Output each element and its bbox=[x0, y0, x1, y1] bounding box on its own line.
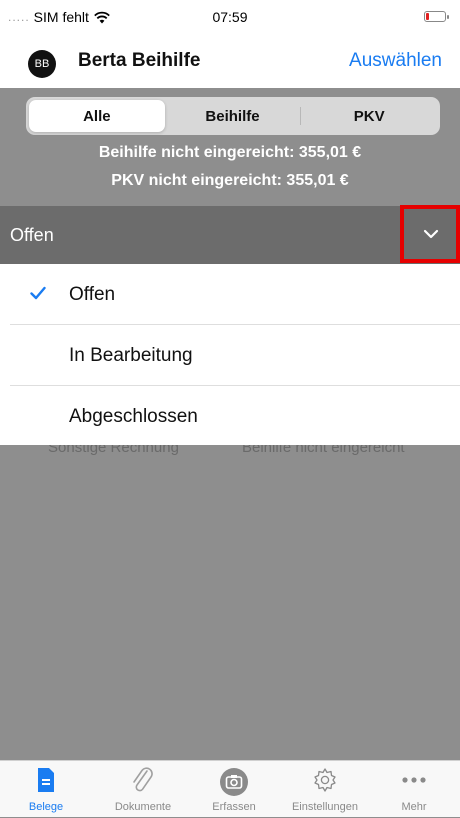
dropdown-option-label: Abgeschlossen bbox=[69, 406, 198, 427]
dropdown-option-label: Offen bbox=[69, 284, 116, 305]
nav-bar: BB Berta Beihilfe Auswählen bbox=[0, 34, 460, 88]
filter-toggle-button[interactable] bbox=[400, 205, 460, 263]
more-icon bbox=[402, 777, 426, 783]
page-title: Berta Beihilfe bbox=[78, 50, 201, 71]
chevron-down-icon bbox=[423, 229, 439, 239]
segment-beihilfe[interactable]: Beihilfe bbox=[165, 100, 301, 132]
tab-label: Einstellungen bbox=[291, 801, 359, 813]
status-bar: ..... SIM fehlt 07:59 bbox=[0, 0, 460, 34]
tab-einstellungen[interactable]: Einstellungen bbox=[279, 761, 371, 818]
battery-icon bbox=[424, 11, 449, 22]
tab-label: Erfassen bbox=[212, 801, 256, 813]
segmented-control: Alle Beihilfe PKV bbox=[26, 97, 440, 135]
receipt-row: Sonstige Rechnung Beihilfe nicht eingere… bbox=[0, 445, 460, 465]
avatar[interactable]: BB bbox=[28, 50, 56, 78]
receipt-status: Beihilfe nicht eingereicht bbox=[242, 445, 405, 456]
tab-label: Belege bbox=[28, 801, 64, 813]
status-dropdown: Offen In Bearbeitung Abgeschlossen bbox=[0, 264, 460, 445]
dropdown-option-in-bearbeitung[interactable]: In Bearbeitung bbox=[0, 325, 460, 385]
status-time: 07:59 bbox=[212, 9, 248, 25]
dropdown-option-offen[interactable]: Offen bbox=[0, 264, 460, 324]
segment-alle[interactable]: Alle bbox=[29, 100, 165, 132]
beihilfe-summary: Beihilfe nicht eingereicht: 355,01 € bbox=[98, 144, 362, 161]
summary-area: Alle Beihilfe PKV Beihilfe nicht eingere… bbox=[0, 88, 460, 206]
camera-icon bbox=[220, 768, 248, 796]
filter-bar[interactable]: Offen bbox=[0, 206, 460, 264]
select-button[interactable]: Auswählen bbox=[349, 50, 442, 72]
tab-mehr[interactable]: Mehr bbox=[368, 761, 460, 818]
tab-bar: Belege Dokumente Erfassen Einstellungen … bbox=[0, 760, 460, 817]
paperclip-icon bbox=[133, 767, 153, 792]
pkv-summary: PKV nicht eingereicht: 355,01 € bbox=[111, 172, 349, 189]
tab-belege[interactable]: Belege bbox=[0, 761, 92, 818]
dropdown-option-label: In Bearbeitung bbox=[69, 345, 193, 366]
receipt-type: Sonstige Rechnung bbox=[48, 445, 179, 456]
checkmark-icon bbox=[30, 286, 46, 300]
gear-icon bbox=[314, 768, 336, 792]
receipt-icon bbox=[38, 768, 54, 792]
segment-pkv[interactable]: PKV bbox=[301, 100, 437, 132]
filter-current-label: Offen bbox=[10, 225, 54, 245]
tab-erfassen[interactable]: Erfassen bbox=[188, 761, 280, 818]
dropdown-option-abgeschlossen[interactable]: Abgeschlossen bbox=[0, 386, 460, 446]
tab-dokumente[interactable]: Dokumente bbox=[97, 761, 189, 818]
tab-label: Mehr bbox=[401, 801, 427, 813]
tab-label: Dokumente bbox=[114, 801, 172, 813]
